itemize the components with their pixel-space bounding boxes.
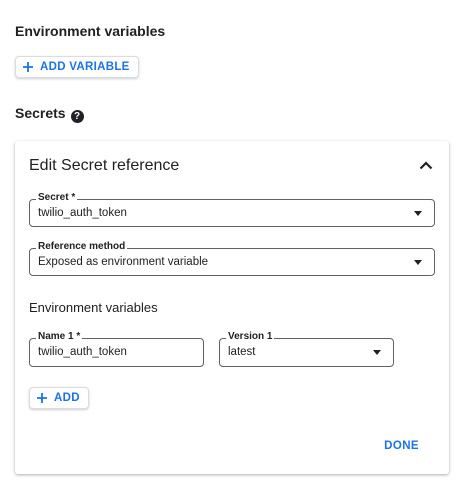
add-variable-label: ADD VARIABLE — [40, 61, 130, 73]
env-vars-subheading: Environment variables — [29, 300, 158, 315]
dropdown-arrow-icon — [414, 211, 422, 216]
reference-method-select[interactable]: Reference method Exposed as environment … — [29, 241, 435, 276]
dropdown-arrow-icon — [414, 260, 422, 265]
version-label: Version 1 — [226, 331, 275, 343]
help-icon[interactable]: ? — [70, 110, 84, 123]
secret-label: Secret * — [36, 192, 78, 204]
env-variables-title: Environment variables — [15, 23, 166, 39]
name-input[interactable]: Name 1 * twilio_auth_token — [29, 331, 204, 367]
name-value: twilio_auth_token — [38, 346, 127, 358]
version-value: latest — [228, 346, 256, 358]
edit-secret-card: Edit Secret reference Secret * twilio_au… — [15, 141, 449, 474]
chevron-up-icon[interactable] — [419, 160, 433, 170]
plus-icon — [23, 62, 33, 72]
reference-method-label: Reference method — [36, 241, 128, 253]
secrets-title: Secrets — [15, 105, 66, 121]
secrets-title-row: Secrets? — [15, 105, 84, 123]
name-label: Name 1 * — [36, 331, 83, 343]
reference-method-value: Exposed as environment variable — [38, 256, 209, 268]
secret-select[interactable]: Secret * twilio_auth_token — [29, 192, 435, 227]
done-button[interactable]: DONE — [384, 440, 419, 452]
card-title: Edit Secret reference — [29, 157, 180, 174]
add-button[interactable]: ADD — [29, 387, 89, 409]
secret-value: twilio_auth_token — [38, 207, 127, 219]
plus-icon — [37, 393, 47, 403]
dropdown-arrow-icon — [373, 350, 381, 355]
add-variable-button[interactable]: ADD VARIABLE — [15, 56, 139, 78]
version-select[interactable]: Version 1 latest — [219, 331, 394, 367]
add-label: ADD — [54, 392, 80, 404]
